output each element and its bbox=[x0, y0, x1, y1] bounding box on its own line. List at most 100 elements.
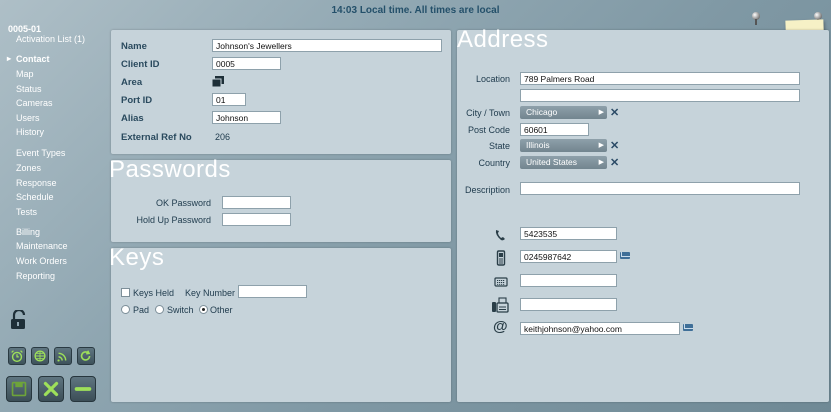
area-label: Area bbox=[121, 77, 143, 88]
refresh-icon bbox=[80, 350, 91, 361]
keys-held-checkbox[interactable] bbox=[121, 288, 130, 297]
sidebar-item-cameras[interactable]: Cameras bbox=[16, 98, 53, 108]
close-icon bbox=[43, 381, 59, 397]
sidebar-item-schedule[interactable]: Schedule bbox=[16, 192, 54, 202]
client-id-field[interactable] bbox=[212, 57, 281, 70]
country-label: Country bbox=[478, 158, 510, 168]
address-title: Address bbox=[457, 26, 549, 53]
country-value: United States bbox=[526, 157, 578, 167]
sidebar-item-history[interactable]: History bbox=[16, 127, 44, 137]
sidebar-item-users[interactable]: Users bbox=[16, 113, 40, 123]
local-time: 14:03 bbox=[331, 5, 358, 16]
country-select[interactable]: United States ▶ bbox=[520, 156, 607, 169]
address-panel: Address Location City / Town Chicago ▶ ✕… bbox=[457, 26, 829, 402]
alias-field[interactable] bbox=[212, 111, 281, 124]
local-time-message: Local time. All times are local bbox=[359, 5, 500, 16]
location-line2-field[interactable] bbox=[520, 89, 800, 102]
description-field[interactable] bbox=[520, 182, 800, 195]
send-email-icon[interactable] bbox=[683, 324, 693, 331]
external-ref-label: External Ref No bbox=[121, 132, 192, 143]
pager-field[interactable] bbox=[520, 298, 617, 311]
name-field[interactable] bbox=[212, 39, 442, 52]
send-sms-icon[interactable] bbox=[620, 252, 630, 259]
keys-panel: Keys Keys Held Key Number Pad Switch Oth… bbox=[109, 244, 451, 402]
state-label: State bbox=[488, 141, 510, 151]
holdup-password-field[interactable] bbox=[222, 213, 291, 226]
caret-right-icon: ▶ bbox=[598, 109, 604, 116]
city-label: City / Town bbox=[466, 108, 510, 118]
globe-icon bbox=[34, 350, 46, 362]
pad-radio[interactable] bbox=[121, 305, 130, 314]
sidebar-item-response[interactable]: Response bbox=[16, 178, 57, 188]
sidebar-item-tests[interactable]: Tests bbox=[16, 207, 37, 217]
mobile-field[interactable] bbox=[520, 250, 617, 263]
unlock-icon[interactable] bbox=[10, 310, 28, 330]
location-field[interactable] bbox=[520, 72, 800, 85]
fax-icon bbox=[492, 297, 509, 313]
postcode-field[interactable] bbox=[520, 123, 589, 136]
other-label: Other bbox=[210, 305, 233, 315]
city-select[interactable]: Chicago ▶ bbox=[520, 106, 607, 119]
clear-city-icon[interactable]: ✕ bbox=[610, 108, 619, 119]
ok-password-field[interactable] bbox=[222, 196, 291, 209]
keys-held-label: Keys Held bbox=[133, 288, 175, 298]
signal-icon bbox=[57, 352, 67, 362]
alias-label: Alias bbox=[121, 113, 144, 124]
email-field[interactable] bbox=[520, 322, 680, 335]
pad-label: Pad bbox=[133, 305, 150, 315]
sidebar-item-contact[interactable]: Contact bbox=[7, 54, 49, 64]
status-bar: 14:03 Local time. All times are local bbox=[0, 0, 831, 24]
description-label: Description bbox=[464, 185, 510, 195]
delete-button[interactable] bbox=[70, 376, 96, 402]
ok-password-label: OK Password bbox=[155, 198, 211, 208]
keys-title: Keys bbox=[109, 244, 165, 271]
sidebar-item-zones[interactable]: Zones bbox=[16, 163, 41, 173]
postcode-label: Post Code bbox=[467, 125, 510, 135]
caret-right-icon: ▶ bbox=[598, 142, 604, 149]
key-number-label: Key Number bbox=[185, 288, 236, 298]
details-panel: Name Client ID Area Port ID Alias Extern… bbox=[111, 30, 451, 154]
mobile-phone-icon bbox=[496, 250, 506, 266]
state-select[interactable]: Illinois ▶ bbox=[520, 139, 607, 152]
fax-field[interactable] bbox=[520, 274, 617, 287]
switch-radio[interactable] bbox=[155, 305, 164, 314]
holdup-password-label: Hold Up Password bbox=[136, 215, 211, 225]
phone-field[interactable] bbox=[520, 227, 617, 240]
floppy-disk-icon bbox=[11, 381, 27, 397]
sidebar-item-maintenance[interactable]: Maintenance bbox=[16, 241, 68, 251]
port-id-field[interactable] bbox=[212, 93, 246, 106]
caret-right-icon: ▶ bbox=[598, 159, 604, 166]
sidebar-item-reporting[interactable]: Reporting bbox=[16, 271, 55, 281]
sidebar-item-activation-list[interactable]: Activation List (1) bbox=[16, 34, 85, 44]
cancel-button[interactable] bbox=[38, 376, 64, 402]
account-id: 0005-01 bbox=[8, 24, 42, 34]
signal-button[interactable] bbox=[54, 347, 72, 365]
sidebar-item-event-types[interactable]: Event Types bbox=[16, 148, 65, 158]
sidebar-item-map[interactable]: Map bbox=[16, 69, 34, 79]
keypad-icon bbox=[494, 277, 508, 287]
key-number-field[interactable] bbox=[238, 285, 307, 298]
port-id-label: Port ID bbox=[121, 95, 153, 106]
external-ref-value: 206 bbox=[215, 132, 231, 142]
clear-state-icon[interactable]: ✕ bbox=[610, 141, 619, 152]
passwords-title: Passwords bbox=[109, 156, 231, 183]
city-value: Chicago bbox=[526, 107, 558, 117]
minus-icon bbox=[74, 387, 92, 391]
sidebar-item-status[interactable]: Status bbox=[16, 84, 42, 94]
sidebar-item-work-orders[interactable]: Work Orders bbox=[16, 256, 67, 266]
save-button[interactable] bbox=[6, 376, 32, 402]
passwords-panel: Passwords OK Password Hold Up Password bbox=[109, 156, 451, 242]
switch-label: Switch bbox=[167, 305, 194, 315]
sidebar-item-billing[interactable]: Billing bbox=[16, 227, 40, 237]
phone-icon bbox=[495, 230, 505, 241]
refresh-button[interactable] bbox=[77, 347, 95, 365]
name-label: Name bbox=[121, 41, 147, 52]
globe-button[interactable] bbox=[31, 347, 49, 365]
area-picker-icon[interactable] bbox=[211, 75, 225, 88]
alarm-clock-icon bbox=[11, 350, 23, 363]
alarm-clock-button[interactable] bbox=[8, 347, 26, 365]
clear-country-icon[interactable]: ✕ bbox=[610, 158, 619, 169]
client-id-label: Client ID bbox=[121, 59, 160, 70]
location-label: Location bbox=[475, 74, 510, 84]
other-radio[interactable] bbox=[199, 305, 208, 314]
